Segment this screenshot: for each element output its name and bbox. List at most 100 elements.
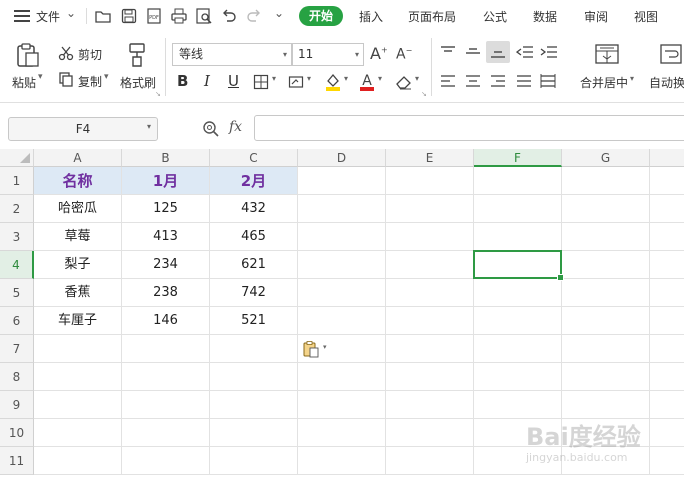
justify-icon[interactable]: [516, 74, 532, 88]
fill-color-icon[interactable]: [324, 72, 342, 92]
cell-b2[interactable]: 125: [122, 195, 210, 223]
cell-h4[interactable]: [650, 251, 684, 279]
align-center-icon[interactable]: [465, 74, 481, 88]
cell-a11[interactable]: [34, 447, 122, 475]
cell-a7[interactable]: [34, 335, 122, 363]
file-menu[interactable]: 文件: [36, 8, 60, 25]
cell-b8[interactable]: [122, 363, 210, 391]
formula-input[interactable]: [254, 115, 684, 141]
wrap-text-icon[interactable]: [660, 43, 684, 65]
align-middle-icon[interactable]: [465, 45, 481, 59]
column-header-a[interactable]: A: [34, 149, 122, 167]
cell-g3[interactable]: [562, 223, 650, 251]
cell-c4[interactable]: 621: [210, 251, 298, 279]
cell-e8[interactable]: [386, 363, 474, 391]
cell-e6[interactable]: [386, 307, 474, 335]
cell-d2[interactable]: [298, 195, 386, 223]
cell-h6[interactable]: [650, 307, 684, 335]
bold-icon[interactable]: B: [177, 72, 188, 90]
distributed-align-icon[interactable]: [540, 74, 556, 88]
decrease-indent-icon[interactable]: [516, 45, 534, 59]
cell-f8[interactable]: [474, 363, 562, 391]
cell-e10[interactable]: [386, 419, 474, 447]
font-color-icon[interactable]: A: [358, 72, 376, 92]
increase-indent-icon[interactable]: [540, 45, 558, 59]
borders-chevron-icon[interactable]: ▾: [272, 74, 276, 83]
cell-e11[interactable]: [386, 447, 474, 475]
name-box-chevron-icon[interactable]: ▾: [147, 122, 151, 131]
cell-d10[interactable]: [298, 419, 386, 447]
cell-c9[interactable]: [210, 391, 298, 419]
format-painter-button[interactable]: 格式刷: [120, 74, 156, 91]
spreadsheet-grid[interactable]: A B C D E F G 1 名称 1月 2月 2 哈密瓜 125 432 3 草莓 413 465 4 梨子 234 6…: [0, 149, 684, 479]
print-preview-icon[interactable]: [195, 7, 213, 25]
eraser-chevron-icon[interactable]: ▾: [415, 74, 419, 83]
paste-button[interactable]: 粘贴: [12, 74, 36, 91]
fx-label[interactable]: fx: [229, 119, 242, 135]
column-header-g[interactable]: G: [562, 149, 650, 167]
cell-g9[interactable]: [562, 391, 650, 419]
dialog-launcher-icon[interactable]: ↘: [155, 90, 161, 98]
print-icon[interactable]: [170, 7, 188, 25]
cell-b9[interactable]: [122, 391, 210, 419]
cell-a3[interactable]: 草莓: [34, 223, 122, 251]
cell-g6[interactable]: [562, 307, 650, 335]
column-header-c[interactable]: C: [210, 149, 298, 167]
borders-icon[interactable]: [253, 74, 269, 90]
cell-c3[interactable]: 465: [210, 223, 298, 251]
cell-g7[interactable]: [562, 335, 650, 363]
row-header-10[interactable]: 10: [0, 419, 34, 447]
cell-f10[interactable]: [474, 419, 562, 447]
cell-a9[interactable]: [34, 391, 122, 419]
cell-h5[interactable]: [650, 279, 684, 307]
cell-f6[interactable]: [474, 307, 562, 335]
export-pdf-icon[interactable]: PDF: [145, 7, 163, 25]
cell-h8[interactable]: [650, 363, 684, 391]
hamburger-menu-icon[interactable]: [14, 10, 30, 22]
redo-icon[interactable]: [245, 7, 263, 25]
cell-f2[interactable]: [474, 195, 562, 223]
cell-h3[interactable]: [650, 223, 684, 251]
paste-icon[interactable]: [15, 42, 41, 68]
paste-chevron-icon[interactable]: ▾: [38, 72, 43, 82]
zoom-find-icon[interactable]: [202, 120, 220, 138]
decrease-font-size-icon[interactable]: A−: [396, 46, 412, 63]
cell-b7[interactable]: [122, 335, 210, 363]
cell-f7[interactable]: [474, 335, 562, 363]
font-name-select[interactable]: 等线 ▾: [172, 43, 292, 66]
customize-toolbar-chevron-icon[interactable]: ⌄: [274, 6, 284, 20]
cell-d9[interactable]: [298, 391, 386, 419]
cell-e7[interactable]: [386, 335, 474, 363]
align-bottom-button[interactable]: [486, 41, 510, 63]
scissors-icon[interactable]: [58, 45, 74, 61]
tab-insert[interactable]: 插入: [359, 8, 383, 25]
cell-f1[interactable]: [474, 167, 562, 195]
row-header-11[interactable]: 11: [0, 447, 34, 475]
row-header-5[interactable]: 5: [0, 279, 34, 307]
cell-a10[interactable]: [34, 419, 122, 447]
cell-g1[interactable]: [562, 167, 650, 195]
cell-g8[interactable]: [562, 363, 650, 391]
cell-h10[interactable]: [650, 419, 684, 447]
cell-h7[interactable]: [650, 335, 684, 363]
row-header-2[interactable]: 2: [0, 195, 34, 223]
cell-c8[interactable]: [210, 363, 298, 391]
row-header-9[interactable]: 9: [0, 391, 34, 419]
copy-button[interactable]: 复制: [78, 73, 102, 90]
cell-a1[interactable]: 名称: [34, 167, 122, 195]
cell-d1[interactable]: [298, 167, 386, 195]
merge-center-chevron-icon[interactable]: ▾: [630, 74, 634, 83]
cell-f5[interactable]: [474, 279, 562, 307]
chevron-down-icon[interactable]: ⌄: [66, 6, 76, 20]
font-color-chevron-icon[interactable]: ▾: [378, 74, 382, 83]
cell-g4[interactable]: [562, 251, 650, 279]
cell-e2[interactable]: [386, 195, 474, 223]
cell-e4[interactable]: [386, 251, 474, 279]
open-folder-icon[interactable]: [94, 7, 112, 25]
cell-c11[interactable]: [210, 447, 298, 475]
row-header-4[interactable]: 4: [0, 251, 34, 279]
font-size-select[interactable]: 11 ▾: [292, 43, 364, 66]
cell-c2[interactable]: 432: [210, 195, 298, 223]
cell-d11[interactable]: [298, 447, 386, 475]
cell-c10[interactable]: [210, 419, 298, 447]
